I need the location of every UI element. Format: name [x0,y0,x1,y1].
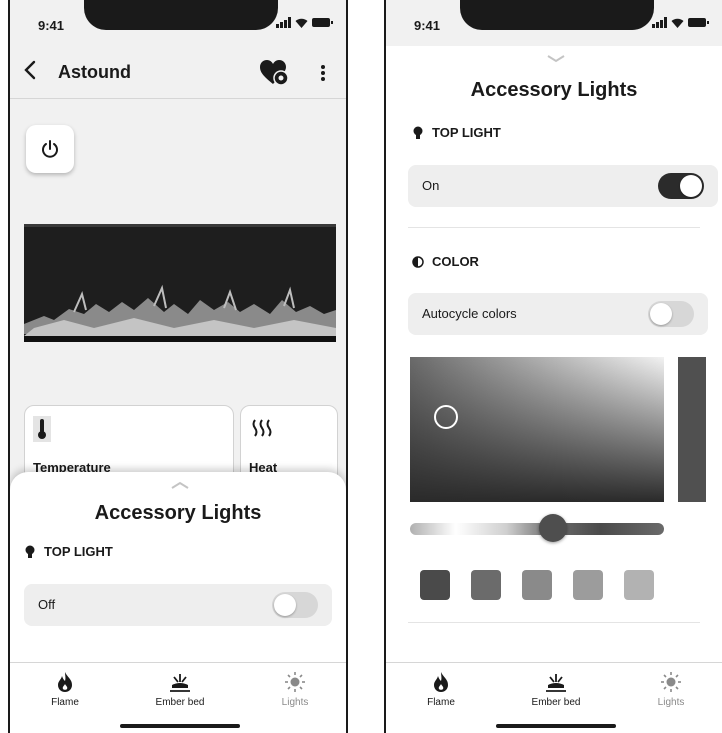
power-button[interactable] [26,125,74,173]
selected-color-preview [678,357,706,502]
tab-lights-label: Lights [281,697,309,708]
more-options-button[interactable] [316,60,330,86]
autocycle-toggle[interactable] [648,301,694,327]
tab-ember-bed-label: Ember bed [155,697,205,708]
toggle-knob [680,175,702,197]
tab-lights[interactable]: Lights [616,663,722,723]
top-light-state-label: Off [38,597,56,612]
top-light-row: On [408,165,718,207]
device-title: Astound [58,62,131,82]
color-picker-area[interactable] [410,357,664,502]
top-light-toggle[interactable] [272,592,318,618]
wifi-icon [295,18,308,28]
home-indicator [496,724,616,728]
contrast-icon [412,255,424,268]
favorite-settings-button[interactable] [260,60,290,86]
chevron-down-icon[interactable] [546,54,566,64]
autocycle-label: Autocycle colors [422,306,517,321]
notch [84,0,278,30]
top-light-toggle[interactable] [658,173,704,199]
thermometer-icon [33,416,51,442]
tab-flame-label: Flame [427,697,455,708]
bulb-icon [413,126,423,139]
top-light-section-header: TOP LIGHT [24,544,113,559]
top-light-section-label: TOP LIGHT [44,544,113,559]
status-bar: 9:41 [10,0,346,46]
color-swatch-5[interactable] [624,570,654,600]
status-icons [276,17,333,28]
back-button[interactable] [24,60,36,85]
color-swatch-1[interactable] [420,570,450,600]
toggle-knob [274,594,296,616]
color-section-label: COLOR [432,254,479,269]
sun-icon [661,672,681,692]
flame-icon [58,672,72,692]
panel-title: Accessory Lights [470,79,638,101]
wifi-icon [671,18,684,28]
hue-slider-knob[interactable] [539,514,567,542]
more-vertical-icon [321,65,325,81]
power-icon [42,140,58,158]
status-icons [652,17,709,28]
tab-flame-label: Flame [51,697,79,708]
top-light-state-label: On [422,178,440,193]
tab-flame[interactable]: Flame [386,663,496,723]
heart-gear-icon [260,60,289,86]
status-time: 9:41 [38,18,65,33]
ember-bed-icon [170,674,190,692]
color-swatch-4[interactable] [573,570,603,600]
nav-header: Astound [10,48,346,99]
color-swatch-3[interactable] [522,570,552,600]
color-swatch-2[interactable] [471,570,501,600]
divider [408,227,700,228]
tab-flame[interactable]: Flame [10,663,120,723]
autocycle-row: Autocycle colors [408,293,708,335]
tab-lights-label: Lights [657,697,685,708]
top-light-section-label: TOP LIGHT [432,125,501,140]
heat-waves-icon [252,419,272,437]
status-bar: 9:41 [386,0,722,46]
phone-screen-device: 9:41 Astound Temperature Heat Accessory … [8,0,348,733]
tab-bar: Flame Ember bed Lights [10,662,346,733]
battery-icon [312,18,333,27]
status-time: 9:41 [414,18,441,33]
notch [460,0,654,30]
tab-ember-bed[interactable]: Ember bed [501,663,611,723]
chevron-left-icon [24,60,36,80]
signal-icon [652,17,667,28]
hue-slider[interactable] [410,523,664,535]
phone-screen-lights: 9:41 Accessory Lights TOP LIGHT On COLOR… [384,0,722,733]
divider [408,622,700,623]
home-indicator [120,724,240,728]
sun-icon [285,672,305,692]
color-picker-handle[interactable] [434,405,458,429]
fireplace-preview-image [24,224,336,342]
toggle-knob [650,303,672,325]
signal-icon [276,17,291,28]
top-light-section-header: TOP LIGHT [412,125,501,140]
tab-ember-bed-label: Ember bed [531,697,581,708]
ember-bed-icon [546,674,566,692]
tab-lights[interactable]: Lights [240,663,346,723]
flame-icon [434,672,448,692]
bulb-icon [25,545,35,558]
chevron-up-icon[interactable] [170,480,190,490]
top-light-row: Off [24,584,332,626]
battery-icon [688,18,709,27]
color-section-header: COLOR [412,254,479,269]
sheet-title: Accessory Lights [94,502,262,524]
tab-bar: Flame Ember bed Lights [386,662,722,733]
tab-ember-bed[interactable]: Ember bed [125,663,235,723]
